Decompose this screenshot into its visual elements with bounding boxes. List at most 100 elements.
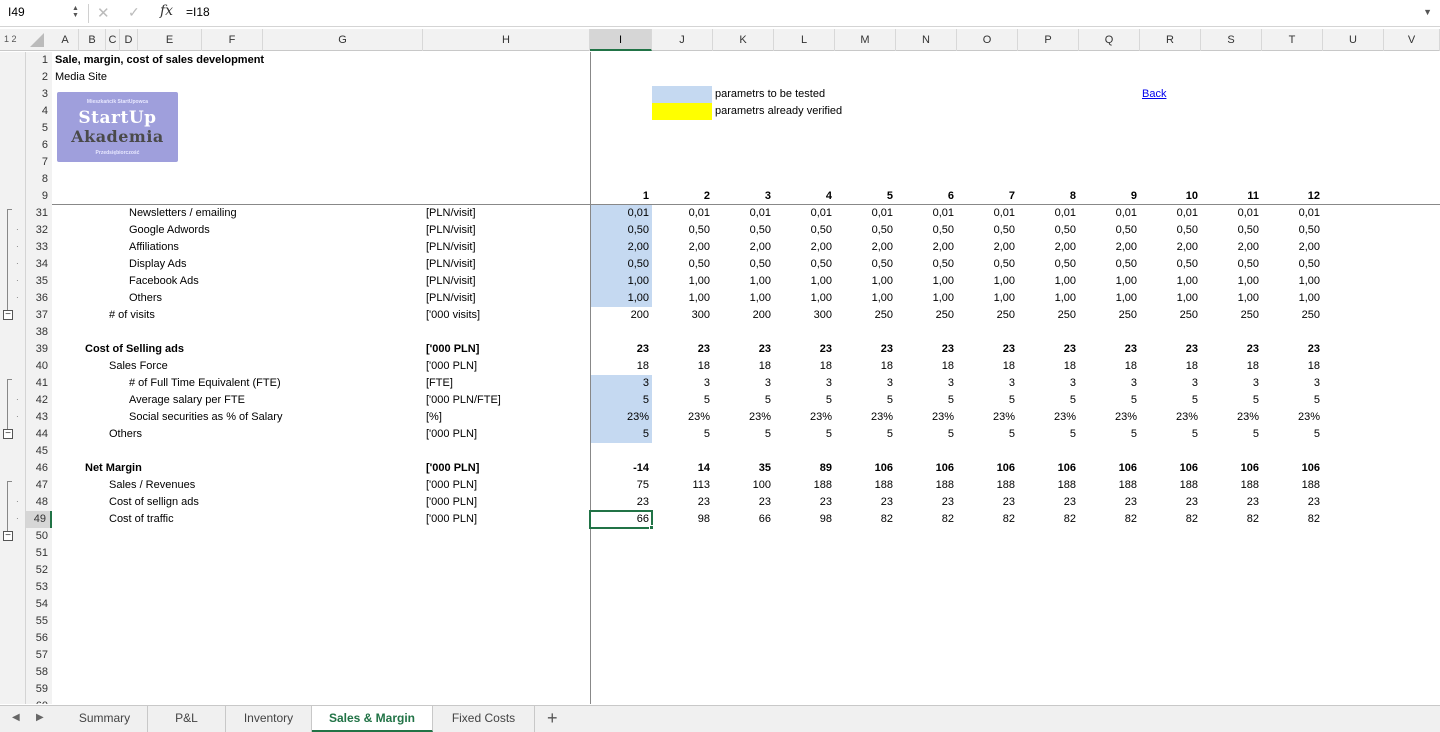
value-cell[interactable]: 23%	[1140, 409, 1201, 426]
value-cell[interactable]: 0,50	[713, 222, 774, 239]
row-header[interactable]: 4	[26, 103, 52, 120]
value-cell[interactable]: 5	[835, 426, 896, 443]
unit-cell[interactable]: [PLN/visit]	[426, 205, 476, 222]
row-label[interactable]: Newsletters / emailing	[129, 205, 237, 222]
value-cell[interactable]: 0,50	[590, 222, 652, 239]
value-cell[interactable]: 5	[774, 392, 835, 409]
value-cell[interactable]: 0,50	[1140, 222, 1201, 239]
value-cell[interactable]: 18	[590, 358, 652, 375]
name-box-stepper-icon[interactable]: ▲ ▼	[72, 5, 79, 19]
value-cell[interactable]: 82	[1201, 511, 1262, 528]
row-header[interactable]: 59	[26, 681, 52, 698]
value-cell[interactable]: 1,00	[1018, 290, 1079, 307]
value-cell[interactable]: 0,50	[957, 222, 1018, 239]
column-header-i[interactable]: I	[590, 29, 652, 51]
active-cell-selection[interactable]	[589, 510, 653, 529]
value-cell[interactable]: 1,00	[1201, 290, 1262, 307]
row-label[interactable]: Net Margin	[85, 460, 142, 477]
value-cell[interactable]: 300	[774, 307, 835, 324]
value-cell[interactable]: 82	[1079, 511, 1140, 528]
value-cell[interactable]: 18	[652, 358, 713, 375]
value-cell[interactable]: 250	[896, 307, 957, 324]
next-sheet-icon[interactable]: ▶	[36, 712, 44, 723]
value-cell[interactable]: 188	[1201, 477, 1262, 494]
value-cell[interactable]: 2,00	[1079, 239, 1140, 256]
value-cell[interactable]: 23%	[590, 409, 652, 426]
row-label[interactable]: Affiliations	[129, 239, 179, 256]
row-header[interactable]: 5	[26, 120, 52, 137]
collapse-group-icon[interactable]: −	[3, 429, 13, 439]
value-cell[interactable]: 23	[957, 494, 1018, 511]
month-header-cell[interactable]: 8	[1018, 188, 1079, 205]
row-label[interactable]: Sales Force	[109, 358, 168, 375]
value-cell[interactable]: 106	[835, 460, 896, 477]
column-header-o[interactable]: O	[957, 29, 1018, 51]
value-cell[interactable]: -14	[590, 460, 652, 477]
value-cell[interactable]: 106	[1018, 460, 1079, 477]
value-cell[interactable]: 5	[1201, 426, 1262, 443]
value-cell[interactable]: 250	[957, 307, 1018, 324]
value-cell[interactable]: 23	[835, 341, 896, 358]
value-cell[interactable]: 0,50	[1201, 256, 1262, 273]
value-cell[interactable]: 82	[1262, 511, 1323, 528]
unit-cell[interactable]: ['000 PLN]	[426, 426, 477, 443]
row-header[interactable]: 58	[26, 664, 52, 681]
value-cell[interactable]: 0,50	[590, 256, 652, 273]
row-label[interactable]: # of Full Time Equivalent (FTE)	[129, 375, 281, 392]
value-cell[interactable]: 0,01	[1262, 205, 1323, 222]
row-label[interactable]: Social securities as % of Salary	[129, 409, 282, 426]
month-header-cell[interactable]: 2	[652, 188, 713, 205]
value-cell[interactable]: 3	[590, 375, 652, 392]
value-cell[interactable]: 98	[652, 511, 713, 528]
row-header[interactable]: 51	[26, 545, 52, 562]
value-cell[interactable]: 250	[835, 307, 896, 324]
value-cell[interactable]: 66	[713, 511, 774, 528]
sheet-tab[interactable]: P&L	[148, 706, 226, 732]
value-cell[interactable]: 188	[1079, 477, 1140, 494]
row-header[interactable]: 50	[26, 528, 52, 545]
unit-cell[interactable]: ['000 PLN]	[426, 494, 477, 511]
select-all-corner[interactable]	[30, 33, 44, 47]
value-cell[interactable]: 23	[896, 341, 957, 358]
value-cell[interactable]: 23%	[1201, 409, 1262, 426]
value-cell[interactable]: 1,00	[774, 290, 835, 307]
unit-cell[interactable]: [PLN/visit]	[426, 273, 476, 290]
value-cell[interactable]: 2,00	[1018, 239, 1079, 256]
unit-cell[interactable]: ['000 PLN]	[426, 511, 477, 528]
row-header[interactable]: 36	[26, 290, 52, 307]
unit-cell[interactable]: [PLN/visit]	[426, 222, 476, 239]
row-header[interactable]: 3	[26, 86, 52, 103]
month-header-cell[interactable]: 4	[774, 188, 835, 205]
value-cell[interactable]: 35	[713, 460, 774, 477]
value-cell[interactable]: 5	[896, 392, 957, 409]
value-cell[interactable]: 5	[1079, 392, 1140, 409]
value-cell[interactable]: 250	[1201, 307, 1262, 324]
value-cell[interactable]: 0,01	[590, 205, 652, 222]
value-cell[interactable]: 300	[652, 307, 713, 324]
value-cell[interactable]: 23%	[1018, 409, 1079, 426]
column-header-c[interactable]: C	[106, 29, 120, 51]
value-cell[interactable]: 23%	[896, 409, 957, 426]
value-cell[interactable]: 106	[957, 460, 1018, 477]
sheet-tab[interactable]: Fixed Costs	[433, 706, 535, 732]
unit-cell[interactable]: ['000 PLN]	[426, 358, 477, 375]
value-cell[interactable]: 23	[1018, 494, 1079, 511]
value-cell[interactable]: 1,00	[896, 290, 957, 307]
value-cell[interactable]: 1,00	[1018, 273, 1079, 290]
value-cell[interactable]: 3	[1262, 375, 1323, 392]
value-cell[interactable]: 23	[1079, 494, 1140, 511]
row-header[interactable]: 7	[26, 154, 52, 171]
value-cell[interactable]: 23	[1079, 341, 1140, 358]
column-header-s[interactable]: S	[1201, 29, 1262, 51]
value-cell[interactable]: 5	[1201, 392, 1262, 409]
value-cell[interactable]: 2,00	[1201, 239, 1262, 256]
unit-cell[interactable]: ['000 visits]	[426, 307, 480, 324]
value-cell[interactable]: 5	[1018, 426, 1079, 443]
row-header[interactable]: 41	[26, 375, 52, 392]
unit-cell[interactable]: [PLN/visit]	[426, 290, 476, 307]
value-cell[interactable]: 5	[835, 392, 896, 409]
value-cell[interactable]: 5	[590, 392, 652, 409]
row-header[interactable]: 48	[26, 494, 52, 511]
value-cell[interactable]: 1,00	[1140, 273, 1201, 290]
value-cell[interactable]: 0,50	[835, 256, 896, 273]
